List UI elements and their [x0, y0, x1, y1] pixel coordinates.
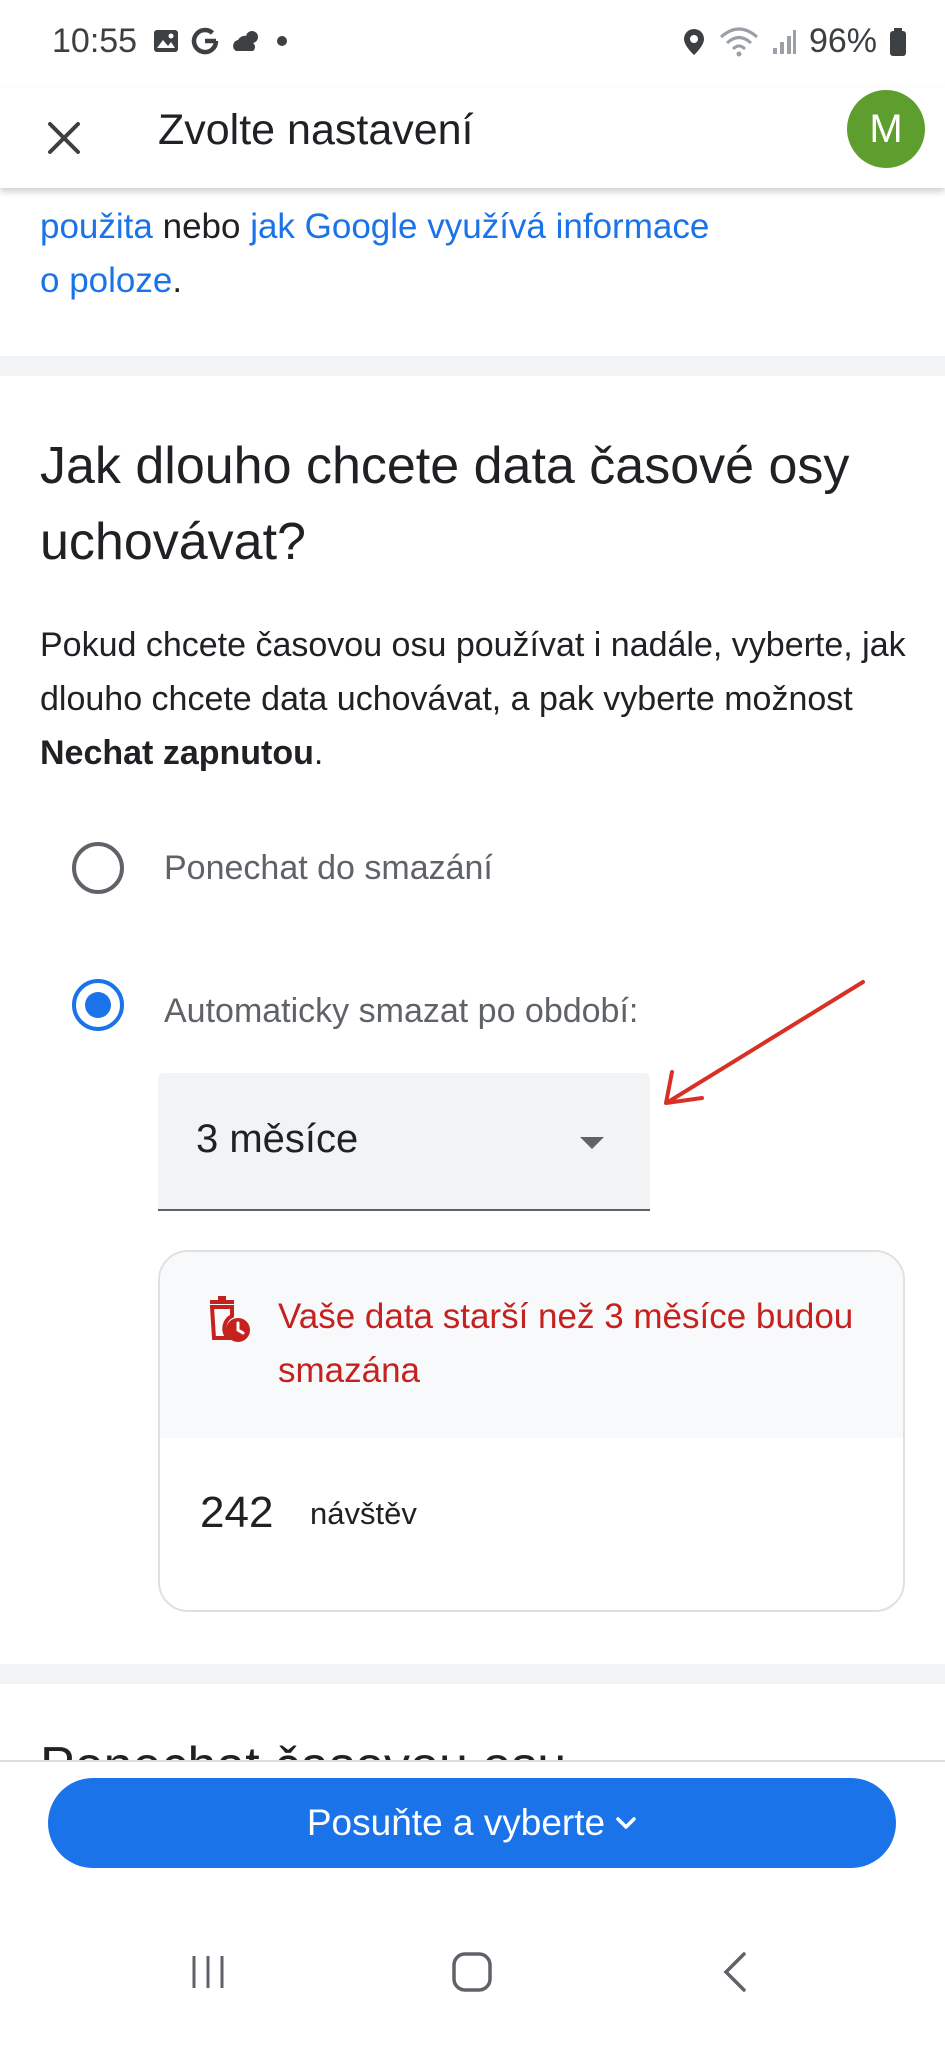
- dot-icon: [277, 36, 287, 46]
- visits-count: 242: [200, 1488, 274, 1537]
- signal-icon: [772, 29, 796, 54]
- close-icon: [48, 122, 80, 154]
- google-location-info-link[interactable]: jak Google využívá informace: [250, 207, 709, 246]
- bottom-bar: Posuňte a vyberte: [0, 1760, 945, 2048]
- section-divider: [0, 1664, 945, 1684]
- deletion-warning: Vaše data starší než 3 měsíce budou smaz…: [278, 1297, 854, 1390]
- weather-icon: [233, 31, 258, 51]
- visits-label: návštěv: [310, 1496, 417, 1531]
- section-description: Pokud chcete časovou osu používat i nadá…: [40, 626, 906, 772]
- deletion-info-card: Vaše data starší než 3 měsíce budou smaz…: [158, 1250, 905, 1612]
- battery-level: 96%: [808, 22, 877, 60]
- location-info-text: použita nebo jak Google využívá informac…: [40, 207, 710, 300]
- option-label: Ponechat do smazání: [164, 848, 493, 887]
- status-bar: 10:55 96%: [0, 0, 945, 88]
- next-section-title: Ponechat časovou osu: [40, 1728, 566, 1760]
- status-time: 10:55: [52, 22, 138, 60]
- auto-delete-icon: [209, 1296, 250, 1342]
- gallery-icon: [154, 30, 178, 52]
- scroll-and-choose-button[interactable]: Posuňte a vyberte: [48, 1778, 896, 1868]
- avatar[interactable]: M: [847, 90, 925, 168]
- top-app-bar: Zvolte nastavení M: [0, 88, 945, 188]
- status-icons-right: 96%: [681, 22, 907, 61]
- option-keep-until-deleted[interactable]: Ponechat do smazání: [72, 842, 493, 894]
- option-label: Automaticky smazat po období:: [164, 992, 639, 1030]
- location-icon: [683, 28, 704, 55]
- button-label: Posuňte a vyberte: [306, 1802, 606, 1843]
- system-nav-bar: [0, 1922, 945, 2022]
- back-icon: [723, 1952, 746, 1992]
- scroll-content[interactable]: použita nebo jak Google využívá informac…: [0, 188, 945, 1760]
- battery-icon: [890, 27, 906, 56]
- status-icons-left: [152, 26, 290, 56]
- section-divider: [0, 356, 945, 376]
- period-dropdown[interactable]: 3 měsíce: [158, 1073, 650, 1211]
- google-icon: [191, 27, 219, 55]
- home-button[interactable]: [432, 1942, 512, 2002]
- home-icon: [452, 1952, 492, 1992]
- chevron-down-icon: [616, 1817, 636, 1829]
- google-location-info-link-cont[interactable]: o poloze: [40, 261, 172, 300]
- wifi-icon: [719, 27, 758, 56]
- dropdown-value: 3 měsíce: [196, 1117, 359, 1161]
- option-auto-delete[interactable]: Automaticky smazat po období:: [72, 978, 638, 1031]
- back-button[interactable]: [696, 1942, 776, 2002]
- recent-apps-button[interactable]: [168, 1942, 248, 2002]
- used-link[interactable]: použita: [40, 207, 153, 246]
- radio-auto-delete[interactable]: [72, 978, 124, 1031]
- close-button[interactable]: [34, 108, 94, 168]
- warning-area: Vaše data starší než 3 měsíce budou smaz…: [160, 1252, 903, 1438]
- radio-keep-until-deleted[interactable]: [72, 842, 124, 894]
- recent-apps-icon: [192, 1956, 224, 1988]
- section-title: Jak dlouho chcete data časové osy uchová…: [40, 437, 850, 571]
- caret-down-icon: [580, 1137, 604, 1149]
- page-title: Zvolte nastavení: [158, 106, 474, 154]
